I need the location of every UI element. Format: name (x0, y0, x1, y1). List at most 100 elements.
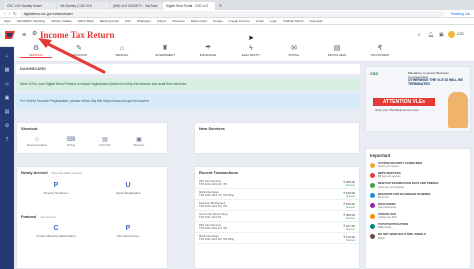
table-row[interactable]: PAN Card Services TXN 4021 1021 42 | ITR … (195, 222, 359, 233)
nav-item-government[interactable]: ♜ GOVERNMENT (149, 44, 181, 57)
insurance-icon: ☂ (204, 45, 212, 52)
mouse-cursor-icon: ➤ (248, 35, 254, 42)
table-row[interactable]: PAN Card Services TXN 4021 1021 90 | ITR … (195, 178, 359, 189)
digital-seva-icon: ▤ (333, 45, 341, 52)
nav-item-postal[interactable]: ✉ POSTAL (278, 44, 310, 57)
gear-icon[interactable]: ⚙ (32, 30, 37, 37)
reload-icon[interactable]: ↻ (13, 11, 17, 17)
bookmark[interactable]: HDFC Bank (78, 19, 94, 23)
tax-icon: ₹ (377, 45, 383, 52)
new-tab-button[interactable]: + (216, 2, 225, 10)
services-icon: ⚙ (32, 44, 40, 52)
shortcut-item[interactable]: ▤ CSC GST (91, 136, 119, 147)
menu-icon[interactable]: ≡ (22, 32, 26, 39)
bell-icon[interactable]: 🔔︎ (428, 32, 434, 38)
notice-icon (370, 233, 375, 239)
nav-item-education[interactable]: ✎ EDUCATION (63, 44, 95, 57)
reading-list-button[interactable]: Reading List (451, 12, 470, 16)
service-label: Property Tax Return (43, 191, 69, 195)
table-row[interactable]: Income Tax Return Filing TXN 4021 1021 55… (195, 211, 359, 222)
wallet-icon[interactable]: ▣ (439, 32, 444, 38)
shortcut-item[interactable]: ☆ Recommendation (23, 136, 51, 147)
search-icon[interactable]: ⌕ (418, 32, 421, 38)
list-item[interactable]: REGISTER FOR NAANDHAN SCHEMES Enrol now (366, 191, 470, 201)
notice-icon (370, 223, 375, 229)
shortcut-item[interactable]: ⌨ Pricing (57, 136, 85, 147)
nav-label: GOVERNMENT (154, 53, 176, 57)
browser-tab[interactable]: CSC VLE Society Societ (4, 2, 56, 10)
bookmark[interactable]: GST (125, 19, 131, 23)
back-icon[interactable]: ‹ (4, 11, 6, 16)
pricing-icon: ⌨ (66, 137, 76, 143)
sidebar-wallet-icon[interactable]: ▣ (0, 93, 14, 103)
featured-heading: Featured (21, 215, 37, 219)
nav-item-digital-seva[interactable]: ▤ DIGITAL SEVA (321, 44, 353, 57)
list-item[interactable]: TOPUP NOTIFICATION Wallet topup (366, 221, 470, 231)
service-letter: P (53, 182, 59, 189)
recommendation-icon: ☆ (34, 137, 40, 143)
sidebar-user-icon[interactable]: ☺ (0, 79, 14, 89)
attention-subtitle: Open your CSC Bank account now (375, 108, 419, 112)
nav-item-insurance[interactable]: ☂ INSURANCE (192, 44, 224, 57)
txn-status: Success (345, 183, 355, 187)
sidebar-help-icon[interactable]: ? (0, 135, 14, 145)
service-tile[interactable]: P Pan Card Service (95, 225, 161, 238)
service-tile[interactable]: C Course offered by Mastertrainer (23, 225, 89, 238)
avatar[interactable] (448, 31, 455, 38)
forward-icon[interactable]: › (9, 11, 11, 16)
account-label[interactable]: CSC (457, 32, 464, 36)
list-item[interactable]: BBPS SERVICES Bill payment services (366, 170, 470, 180)
bookmark[interactable]: Vidyanjali (309, 19, 322, 23)
bookmark[interactable]: Ration Card (191, 19, 207, 23)
txn-amount: ₹ 206.00 (343, 179, 355, 184)
address-bar: ‹ › ↻ digitalseva.csc.gov.in/dashboard R… (0, 10, 474, 18)
txn-status: Success (345, 227, 355, 231)
txn-ref: TXN 4021 1021 90 | ITR (199, 183, 228, 186)
bookmark[interactable]: Login (270, 19, 277, 23)
nav-item-tax-payment[interactable]: ₹ TAX PAYMENT (364, 44, 396, 57)
list-item[interactable]: NEW PAP EXAMINATION DAYS AND TIMINGS Chec… (366, 180, 470, 190)
recent-transactions-card: Recent Transactions PAN Card Services TXN… (194, 166, 360, 269)
bookmark[interactable]: Vehicle Challan (51, 19, 72, 23)
bookmark[interactable]: Banking Kiosk (100, 19, 119, 23)
bookmark[interactable]: WhatsApp (137, 19, 151, 23)
table-row[interactable]: Mobile Recharge TXN 4021 1021 38 | ITR Fi… (195, 233, 359, 244)
bookmark[interactable]: Pradhan Mantri (283, 19, 304, 23)
notice-icon (370, 182, 375, 188)
list-item[interactable]: UPDATE PAN Update your PAN (366, 211, 470, 221)
table-row[interactable]: Electricity Bill Payment TXN 4021 1021 63… (195, 200, 359, 211)
service-tile[interactable]: U Udyam Registration (95, 182, 161, 195)
bookmark[interactable]: Google (213, 19, 223, 23)
bookmark[interactable]: Apps (4, 19, 11, 23)
banner-brand: CSC (370, 71, 379, 76)
bookmark[interactable]: LEGISERV | Banking (17, 19, 45, 23)
browser-tab-active[interactable]: Digital Seva Portal - CSC e-G (163, 2, 215, 10)
shortcut-item[interactable]: ▣ Business (125, 136, 153, 147)
service-tile[interactable]: P Property Tax Return (23, 182, 89, 195)
browser-tab[interactable]: (504) VLE SOCIETY - YouTube (110, 2, 162, 10)
nav-label: ELECTRICITY (241, 52, 261, 57)
bookmark[interactable]: Google Finance (229, 19, 250, 23)
sidebar-home-icon[interactable]: ⌂ (0, 51, 14, 61)
bookmark[interactable]: Welcome (172, 19, 184, 23)
url-field[interactable]: digitalseva.csc.gov.in/dashboard (19, 10, 446, 17)
list-item[interactable]: DIGILOCKER Store documents (366, 201, 470, 211)
table-row[interactable]: Mobile Recharge TXN 4021 1021 76 | ITR Fi… (195, 189, 359, 200)
nav-item-electricity[interactable]: ϟ ELECTRICITY (235, 45, 267, 57)
important-card: Important SYSTEM SECURITY GUIDELINES Secu… (365, 148, 471, 269)
sidebar-dashboard-icon[interactable]: ▦ (0, 65, 14, 75)
bookmark[interactable]: Gmail (256, 19, 264, 23)
sidebar-report-icon[interactable]: ▤ (0, 107, 14, 117)
txn-amount: ₹ 350.00 (343, 212, 355, 217)
bookmarks-bar: Apps LEGISERV | Banking Vehicle Challan … (0, 18, 474, 25)
nav-item-banking[interactable]: ⌂ BANKING (106, 45, 138, 57)
notice-icon (370, 162, 375, 168)
bookmark[interactable]: Udyam (157, 19, 167, 23)
notice-subtitle: Notice (378, 236, 385, 240)
business-icon: ▣ (136, 137, 142, 143)
nav-item-services[interactable]: ⚙ SERVICES (20, 44, 52, 58)
list-item[interactable]: SYSTEM SECURITY GUIDELINES Secure your sy… (366, 160, 470, 170)
browser-tab[interactable]: Vle Society | CSC VLE (57, 2, 109, 10)
sidebar-settings-icon[interactable]: ⚙ (0, 121, 14, 131)
list-item[interactable]: DO NOT SEND BULK SMS / EMAILS Notice (366, 231, 470, 241)
